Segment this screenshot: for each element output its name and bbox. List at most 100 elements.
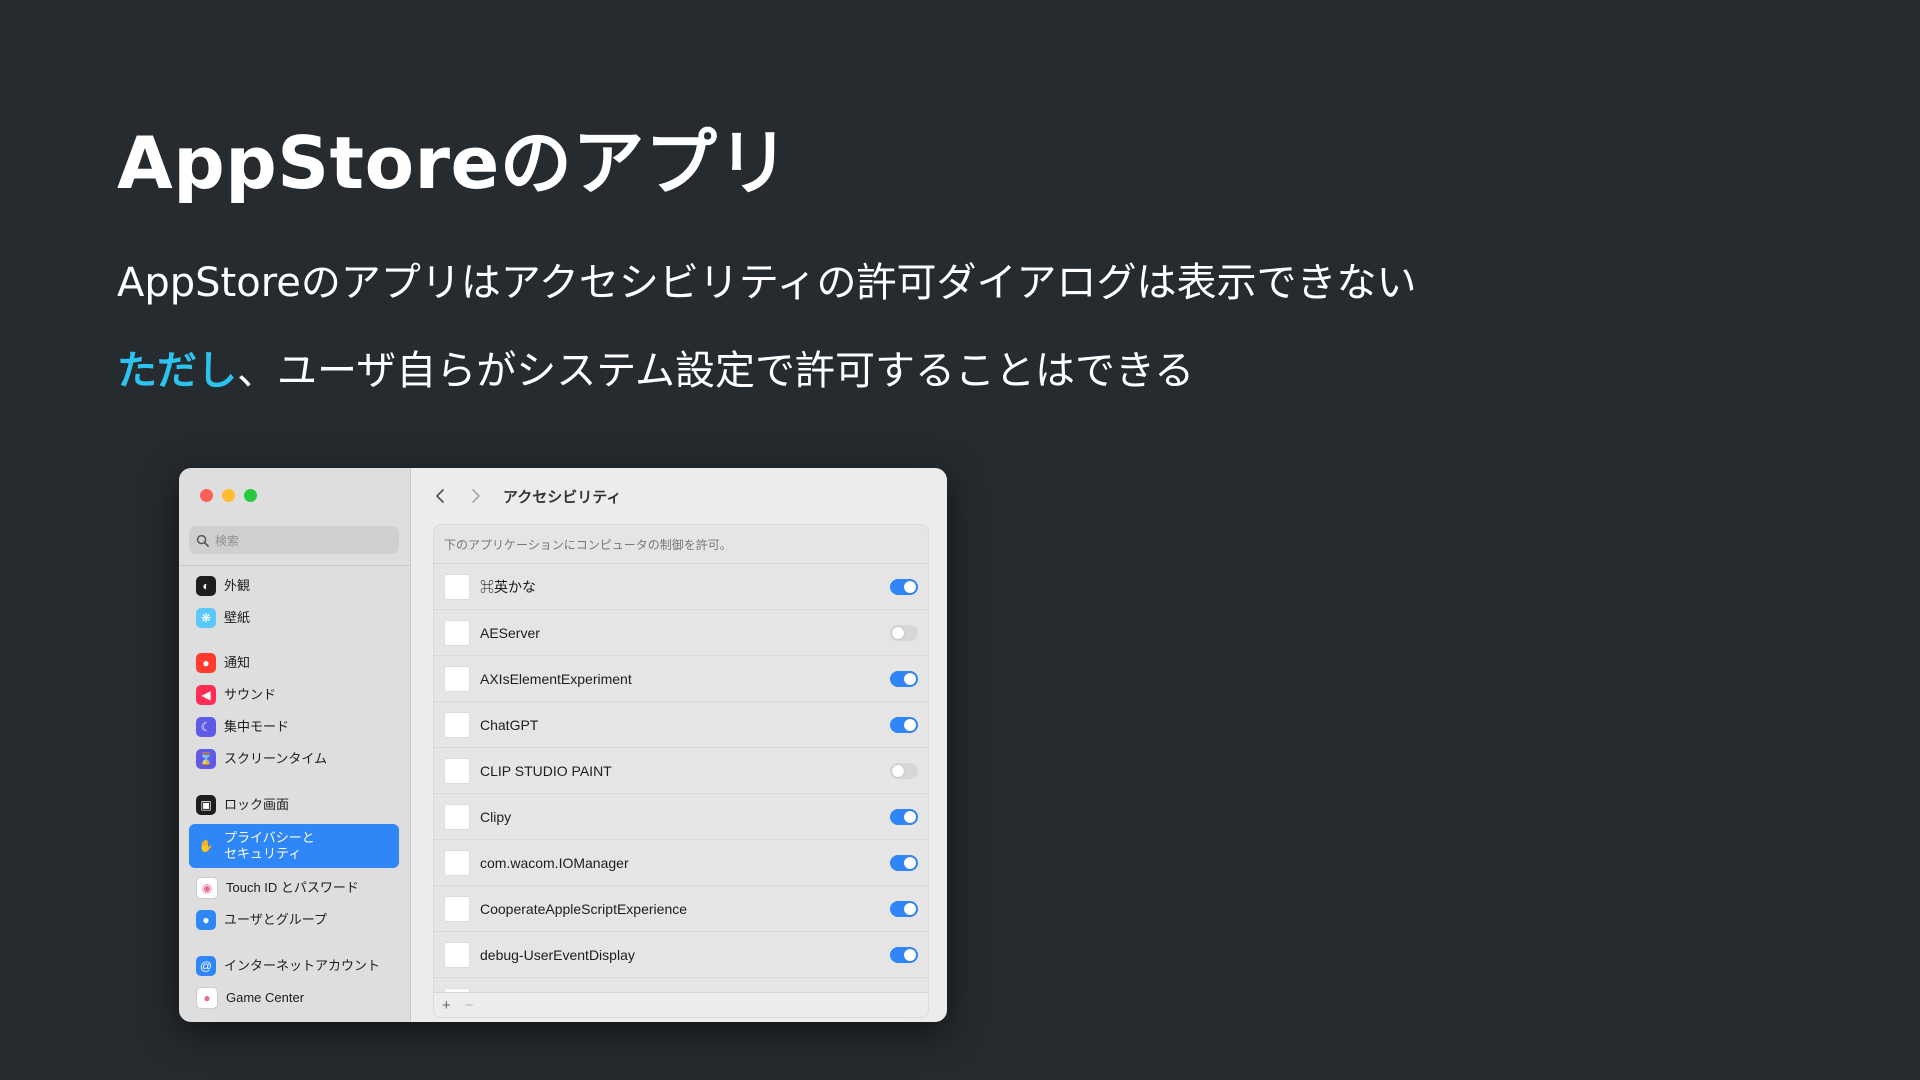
- slide-line-2: ただし、ユーザ自らがシステム設定で許可することはできる: [117, 343, 1194, 399]
- permission-toggle[interactable]: [890, 670, 918, 687]
- add-app-button[interactable]: +: [442, 997, 451, 1014]
- slide-line-1: AppStoreのアプリはアクセシビリティの許可ダイアログは表示できない: [117, 260, 1417, 306]
- chevron-right-icon: [472, 489, 480, 503]
- sidebar-item[interactable]: ✋ プライバシーと セキュリティ: [189, 824, 399, 868]
- wallpaper-icon: ❋: [196, 608, 216, 628]
- permission-toggle[interactable]: [890, 808, 918, 825]
- close-button[interactable]: [200, 489, 213, 502]
- sidebar-item-label: サウンド: [224, 687, 277, 702]
- screen-time-icon: ⌛: [196, 749, 216, 769]
- game-center-icon: ●: [196, 987, 218, 1009]
- app-row: debug-UserEventDisplay: [434, 932, 928, 978]
- sidebar-item[interactable]: ● ユーザとグループ: [189, 905, 399, 935]
- sound-icon: ◀: [196, 685, 216, 705]
- sidebar-item-label: 通知: [224, 655, 251, 670]
- sidebar-divider: [179, 565, 410, 566]
- page-title: アクセシビリティ: [503, 488, 622, 506]
- sidebar-item[interactable]: ▣ ロック画面: [189, 790, 399, 820]
- sidebar-item-label: インターネットアカウント: [224, 958, 381, 973]
- sidebar-item[interactable]: ◉ Touch ID とパスワード: [189, 873, 399, 903]
- accent-text: ただし: [117, 348, 237, 394]
- zoom-button[interactable]: [244, 489, 257, 502]
- app-row: ChatGPT: [434, 702, 928, 748]
- sidebar-item[interactable]: ● 通知: [189, 648, 399, 678]
- toggle-knob: [904, 902, 916, 915]
- app-icon: [444, 803, 470, 830]
- permission-toggle[interactable]: [890, 854, 918, 871]
- app-icon: [444, 941, 470, 968]
- app-row: AEServer: [434, 610, 928, 656]
- app-icon: [444, 711, 470, 738]
- sidebar-item-label: 壁紙: [224, 610, 251, 625]
- toggle-knob: [892, 764, 904, 777]
- sidebar-item[interactable]: @ インターネットアカウント: [189, 951, 399, 981]
- app-row: com.wacom.IOManager: [434, 840, 928, 886]
- forward-button[interactable]: [467, 485, 485, 507]
- toggle-knob: [904, 948, 916, 961]
- permission-toggle[interactable]: [890, 946, 918, 963]
- sidebar-item-label: 外観: [224, 578, 251, 593]
- sidebar-item-label: 集中モード: [224, 719, 290, 734]
- sidebar-item-label: Game Center: [226, 990, 305, 1005]
- sidebar-item[interactable]: ● Game Center: [189, 983, 399, 1013]
- app-name: CLIP STUDIO PAINT: [480, 762, 612, 779]
- back-button[interactable]: [431, 485, 449, 507]
- users-icon: ●: [196, 910, 216, 930]
- app-name: com.wacom.IOManager: [480, 854, 629, 871]
- sidebar-item[interactable]: ◐ 外観: [189, 571, 399, 601]
- search-placeholder: 検索: [215, 533, 240, 548]
- app-row: ⌘英かな: [434, 564, 928, 610]
- appearance-icon: ◐: [196, 576, 216, 596]
- at-icon: @: [196, 956, 216, 976]
- permission-toggle[interactable]: [890, 624, 918, 641]
- sidebar-item-label: プライバシーと セキュリティ: [224, 830, 315, 861]
- notifications-icon: ●: [196, 653, 216, 673]
- fingerprint-icon: ◉: [196, 877, 218, 899]
- permission-toggle[interactable]: [890, 716, 918, 733]
- focus-icon: ☾: [196, 717, 216, 737]
- sidebar-item[interactable]: ☾ 集中モード: [189, 712, 399, 742]
- line-2-rest: 、ユーザ自らがシステム設定で許可することはできる: [237, 348, 1195, 394]
- app-name: ⌘英かな: [480, 578, 536, 595]
- toggle-knob: [892, 626, 904, 639]
- window-controls: [200, 489, 257, 502]
- sidebar-item[interactable]: ⌛ スクリーンタイム: [189, 744, 399, 774]
- app-row: CooperateAppleScriptExperience: [434, 886, 928, 932]
- minimize-button[interactable]: [222, 489, 235, 502]
- slide-title: AppStoreのアプリ: [117, 121, 790, 205]
- sidebar-item-label: ユーザとグループ: [224, 912, 327, 927]
- app-row: CLIP STUDIO PAINT: [434, 748, 928, 794]
- app-icon: [444, 849, 470, 876]
- chevron-left-icon: [436, 489, 444, 503]
- app-name: debug-UserEventDisplay: [480, 946, 635, 963]
- app-name: ChatGPT: [480, 716, 539, 733]
- permission-toggle[interactable]: [890, 578, 918, 595]
- app-name: CooperateAppleScriptExperience: [480, 900, 688, 917]
- permission-toggle[interactable]: [890, 762, 918, 779]
- permission-toggle[interactable]: [890, 900, 918, 917]
- main-pane: アクセシビリティ 下のアプリケーションにコンピュータの制御を許可。 ⌘英かな AE…: [411, 468, 947, 1022]
- sidebar-item-label: スクリーンタイム: [224, 751, 328, 766]
- toggle-knob: [904, 856, 916, 869]
- search-icon: [196, 534, 209, 547]
- remove-app-button[interactable]: −: [465, 997, 474, 1014]
- app-row: AXIsElementExperiment: [434, 656, 928, 702]
- app-permission-list: 下のアプリケーションにコンピュータの制御を許可。 ⌘英かな AEServer AXI…: [433, 524, 929, 1018]
- app-icon: [444, 895, 470, 922]
- app-icon: [444, 619, 470, 646]
- app-icon: [444, 757, 470, 784]
- list-footer: + −: [434, 992, 928, 1017]
- sidebar: 検索 ◐ 外観 ❋ 壁紙 ● 通知 ◀ サウンド ☾ 集中モード ⌛ スクリーンタイム ▣ ロック画面 ✋ プ…: [179, 468, 411, 1022]
- search-input[interactable]: 検索: [189, 526, 399, 554]
- lock-icon: ▣: [196, 795, 216, 815]
- sidebar-item-label: ロック画面: [224, 797, 290, 812]
- app-row: Clipy: [434, 794, 928, 840]
- sidebar-item[interactable]: ❋ 壁紙: [189, 603, 399, 633]
- sidebar-item[interactable]: ◀ サウンド: [189, 680, 399, 710]
- toggle-knob: [904, 718, 916, 731]
- app-name: AXIsElementExperiment: [480, 670, 632, 687]
- app-icon: [444, 665, 470, 692]
- toggle-knob: [904, 580, 916, 593]
- toolbar: アクセシビリティ: [411, 482, 947, 510]
- hand-icon: ✋: [196, 836, 216, 856]
